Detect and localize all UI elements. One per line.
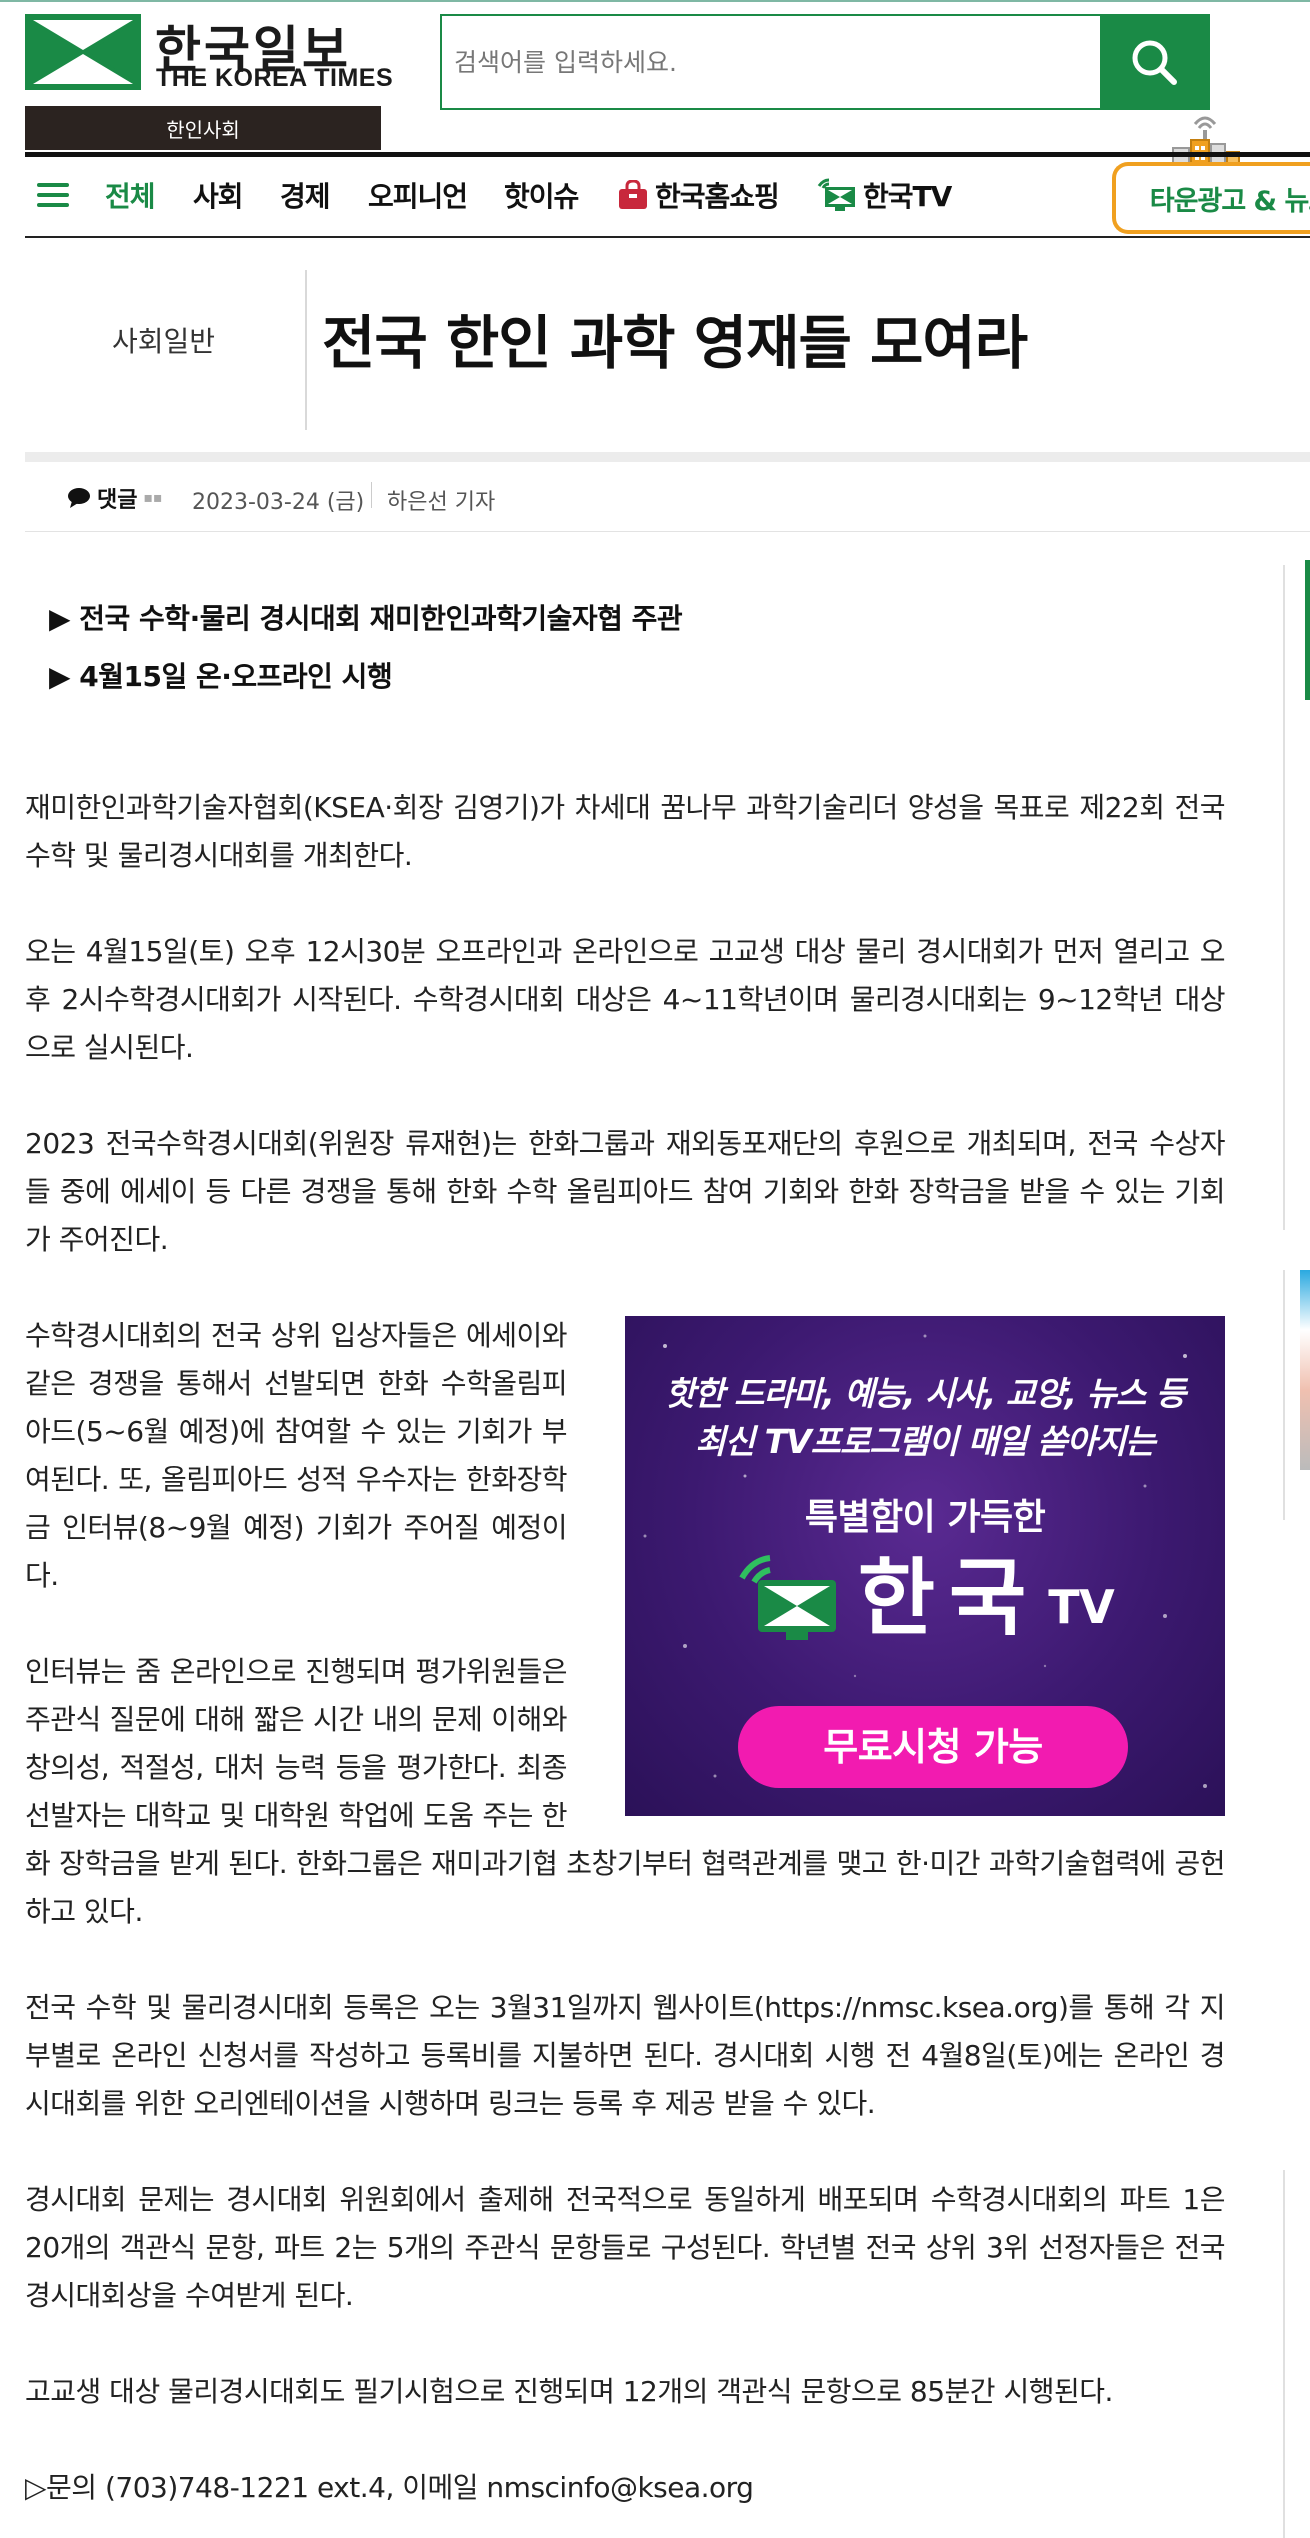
sidebar-edge-line-3	[1283, 2170, 1285, 2538]
logo-english-text: THE KOREA TIMES	[156, 64, 394, 92]
search-icon	[1132, 40, 1177, 85]
title-band	[25, 452, 1310, 462]
ad-brand: 한국 TV	[625, 1548, 1225, 1648]
article-contact-line: ▷문의 (703)748-1221 ext.4, 이메일 nmscinfo@ks…	[25, 2471, 754, 2504]
ad-tv-logo-icon	[739, 1555, 836, 1640]
article-title: 전국 한인 과학 영재들 모여라	[322, 309, 1028, 377]
article-subheads: ▶ 전국 수학·물리 경시대회 재미한인과학기술자협 주관 ▶ 4월15일 온·…	[25, 590, 1225, 706]
article-subhead-2: ▶ 4월15일 온·오프라인 시행	[49, 660, 393, 693]
nav-item-society[interactable]: 사회	[193, 175, 244, 215]
ad-line-3: 특별함이 가득한	[804, 1497, 1046, 1538]
top-accent-line	[0, 0, 1310, 2]
meta-separator	[371, 482, 372, 508]
comment-label: 댓글	[97, 488, 138, 513]
nav-home-shopping-label: 한국홈쇼핑	[655, 180, 780, 213]
comment-count-dots: ▪▪	[143, 490, 163, 506]
shopping-bag-icon	[619, 180, 647, 209]
korea-times-logo-mark	[25, 14, 141, 90]
article-paragraph-6: 전국 수학 및 물리경시대회 등록은 오는 3월31일까지 웹사이트(https…	[25, 1991, 1226, 2120]
article-author: 하은선 기자	[387, 490, 496, 515]
article-paragraph-8: 고교생 대상 물리경시대회도 필기시험으로 진행되며 12개의 객관식 문항으로…	[25, 2375, 1113, 2408]
comment-link[interactable]: 댓글 ▪▪	[67, 482, 162, 514]
search-button[interactable]	[1100, 16, 1208, 108]
article-paragraph-1: 재미한인과학기술자협회(KSEA·회장 김영기)가 차세대 꿈나무 과학기술리더…	[25, 791, 1226, 872]
article-paragraph-3: 2023 전국수학경시대회(위원장 류재현)는 한화그룹과 재외동포재단의 후원…	[25, 1127, 1226, 1256]
tv-icon	[817, 178, 855, 211]
title-divider	[305, 270, 307, 430]
ad-free-watch-button[interactable]: 무료시청 가능	[738, 1706, 1128, 1788]
nav-bottom-border	[25, 236, 1310, 238]
town-ads-news-label: 타운광고 & 뉴스	[1149, 185, 1310, 217]
article-meta: 댓글 ▪▪ 2023-03-24 (금) 하은선 기자	[25, 462, 1310, 532]
comment-bubble-icon	[68, 488, 90, 508]
nav-item-home-shopping[interactable]: 한국홈쇼핑	[617, 175, 780, 215]
nav-item-hot-issue[interactable]: 핫이슈	[504, 175, 579, 215]
sidebar-edge-line	[1283, 565, 1285, 1230]
search-input[interactable]	[442, 16, 1100, 108]
hamburger-menu-icon[interactable]	[37, 183, 69, 211]
town-ads-news-button[interactable]: 타운광고 & 뉴스	[1112, 162, 1310, 234]
main-nav: 전체 사회 경제 오피니언 핫이슈 한국홈쇼핑 한국TV 타운광고 & 뉴스	[25, 157, 1310, 239]
ad-brand-text: 한국	[857, 1549, 1041, 1647]
nav-item-korea-tv[interactable]: 한국TV	[817, 175, 952, 215]
nav-item-opinion[interactable]: 오피니언	[368, 175, 468, 215]
article-date: 2023-03-24 (금)	[192, 490, 365, 515]
nav-item-economy[interactable]: 경제	[280, 175, 331, 215]
sidebar-green-accent	[1305, 560, 1310, 700]
article-category[interactable]: 사회일반	[112, 320, 215, 360]
article-paragraph-2: 오는 4월15일(토) 오후 12시30분 오프라인과 온라인으로 고교생 대상…	[25, 935, 1226, 1064]
nav-korea-tv-label: 한국TV	[863, 180, 952, 213]
ad-brand-tv-text: TV	[1048, 1580, 1115, 1634]
korea-tv-ad-banner[interactable]: 핫한 드라마, 예능, 시사, 교양, 뉴스 등 최신 TV프로그램이 매일 쏟…	[625, 1316, 1225, 1816]
article-subhead-1: ▶ 전국 수학·물리 경시대회 재미한인과학기술자협 주관	[49, 602, 683, 635]
section-badge[interactable]: 한인사회	[25, 106, 381, 150]
ad-line-2: 최신 TV프로그램이 매일 쏟아지는	[695, 1422, 1155, 1461]
nav-item-all[interactable]: 전체	[105, 175, 156, 215]
sidebar-edge-line-2	[1283, 1270, 1285, 1520]
ad-line-1: 핫한 드라마, 예능, 시사, 교양, 뉴스 등	[664, 1374, 1186, 1413]
site-logo[interactable]: 한국일보 THE KOREA TIMES	[25, 14, 393, 92]
search-bar	[440, 14, 1210, 110]
article-body: ▶ 전국 수학·물리 경시대회 재미한인과학기술자협 주관 ▶ 4월15일 온·…	[25, 590, 1226, 2512]
article-paragraph-7: 경시대회 문제는 경시대회 위원회에서 출제해 전국적으로 동일하게 배포되며 …	[25, 2183, 1226, 2312]
sidebar-thumbnail-edge[interactable]	[1300, 1270, 1310, 1470]
